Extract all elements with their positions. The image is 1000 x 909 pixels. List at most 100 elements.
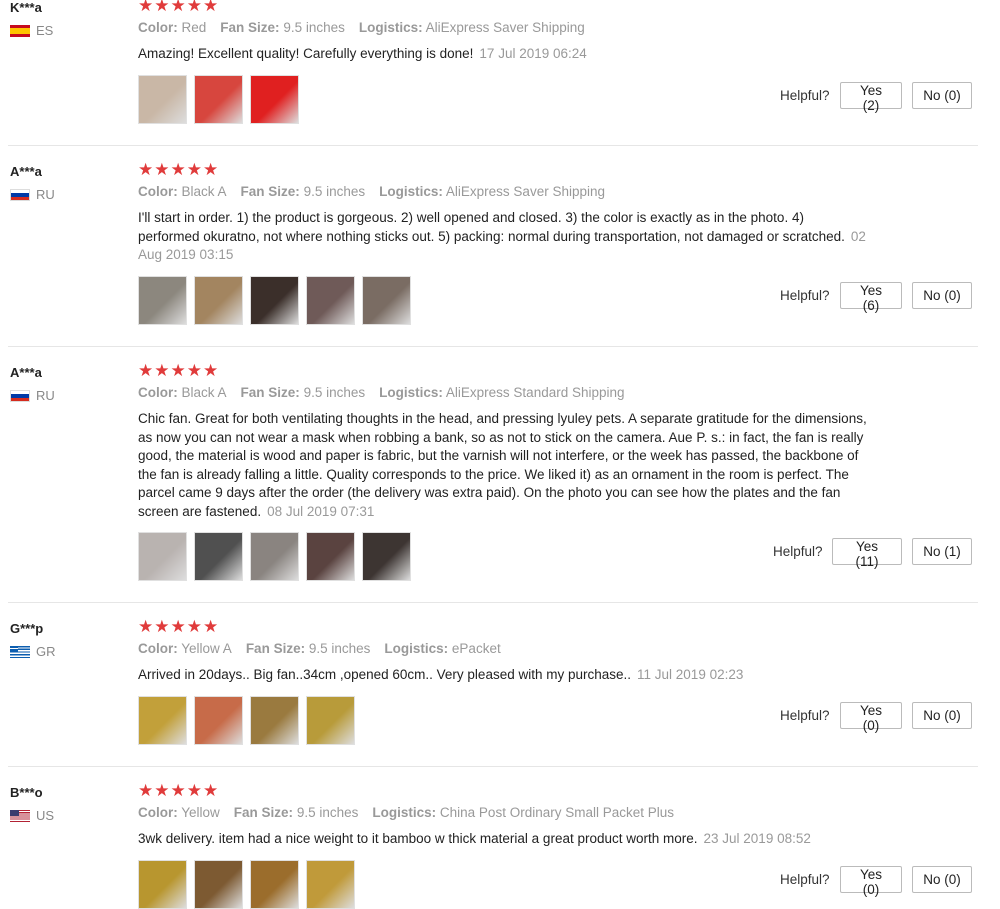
country-flag-icon <box>10 188 30 201</box>
review-body: Chic fan. Great for both ventilating tho… <box>138 411 867 519</box>
attr-label-fan-size: Fan Size: <box>220 20 280 35</box>
attr-label-logistics: Logistics: <box>384 641 449 656</box>
star-rating: ★★★★★ <box>138 617 220 636</box>
review-photo-thumbnail[interactable] <box>306 860 355 909</box>
review-body: I'll start in order. 1) the product is g… <box>138 210 845 244</box>
review-photo-thumbnail[interactable] <box>362 276 411 325</box>
review-text: Amazing! Excellent quality! Carefully ev… <box>138 45 868 64</box>
review-body: Arrived in 20days.. Big fan..34cm ,opene… <box>138 667 632 682</box>
attr-value-logistics: AliExpress Standard Shipping <box>445 385 625 400</box>
review-date: 11 Jul 2019 02:23 <box>637 667 744 682</box>
review-photo-thumbnail[interactable] <box>250 75 299 124</box>
country-flag-icon <box>10 389 30 402</box>
helpful-label: Helpful? <box>780 88 830 103</box>
review-photo-thumbnail[interactable] <box>194 532 243 581</box>
helpful-yes-button[interactable]: Yes (0) <box>840 702 902 733</box>
review-photos <box>138 532 411 581</box>
review-photo-thumbnail[interactable] <box>138 75 187 124</box>
country-flag-icon <box>10 809 30 822</box>
attr-label-fan-size: Fan Size: <box>233 805 294 820</box>
review-photo-thumbnail[interactable] <box>138 696 187 745</box>
star-rating: ★★★★★ <box>138 0 220 15</box>
review-divider <box>8 346 978 347</box>
review-date: 17 Jul 2019 06:24 <box>479 46 587 61</box>
attr-value-color: Black A <box>181 385 227 400</box>
attr-label-logistics: Logistics: <box>358 20 423 35</box>
star-rating: ★★★★★ <box>138 781 220 800</box>
review-photo-thumbnail[interactable] <box>194 276 243 325</box>
review-photo-thumbnail[interactable] <box>306 696 355 745</box>
attr-label-logistics: Logistics: <box>372 805 437 820</box>
review-photos <box>138 276 411 325</box>
review-photo-thumbnail[interactable] <box>194 860 243 909</box>
review-text: Arrived in 20days.. Big fan..34cm ,opene… <box>138 666 868 685</box>
review-attributes: Color: Black A Fan Size: 9.5 inches Logist… <box>138 184 619 199</box>
review-photo-thumbnail[interactable] <box>250 276 299 325</box>
review-attributes: Color: Yellow A Fan Size: 9.5 inches Logis… <box>138 641 515 656</box>
helpful-label: Helpful? <box>773 544 823 559</box>
review-photo-thumbnail[interactable] <box>250 532 299 581</box>
review-attributes: Color: Yellow Fan Size: 9.5 inches Logisti… <box>138 805 688 820</box>
review-photo-thumbnail[interactable] <box>306 276 355 325</box>
review-text: 3wk delivery. item had a nice weight to … <box>138 830 868 849</box>
review-body: Amazing! Excellent quality! Carefully ev… <box>138 46 474 61</box>
attr-value-logistics: AliExpress Saver Shipping <box>425 20 585 35</box>
review-attributes: Color: Black A Fan Size: 9.5 inches Logist… <box>138 385 639 400</box>
review-divider <box>8 602 978 603</box>
review-body: 3wk delivery. item had a nice weight to … <box>138 831 698 846</box>
reviewer-country: GR <box>10 644 56 659</box>
reviewer-name: A***a <box>10 365 42 380</box>
helpful-no-button[interactable]: No (0) <box>912 866 972 893</box>
country-flag-icon <box>10 24 30 37</box>
country-flag-icon <box>10 645 30 658</box>
helpful-no-button[interactable]: No (1) <box>912 538 972 565</box>
helpful-no-button[interactable]: No (0) <box>912 702 972 729</box>
helpful-label: Helpful? <box>780 708 830 723</box>
attr-value-logistics: China Post Ordinary Small Packet Plus <box>439 805 675 820</box>
attr-label-color: Color: <box>138 805 178 820</box>
helpful-yes-button[interactable]: Yes (11) <box>832 538 902 569</box>
attr-value-color: Red <box>181 20 207 35</box>
country-code: RU <box>36 187 55 202</box>
star-rating: ★★★★★ <box>138 160 220 179</box>
attr-value-fan-size: 9.5 inches <box>283 20 345 35</box>
attr-label-logistics: Logistics: <box>379 385 443 400</box>
helpful-label: Helpful? <box>780 288 830 303</box>
reviewer-name: B***o <box>10 785 43 800</box>
review-photo-thumbnail[interactable] <box>138 532 187 581</box>
review-photo-thumbnail[interactable] <box>306 532 355 581</box>
country-code: RU <box>36 388 55 403</box>
country-code: GR <box>36 644 56 659</box>
review-photo-thumbnail[interactable] <box>250 696 299 745</box>
reviewer-country: RU <box>10 388 55 403</box>
reviewer-name: K***a <box>10 0 42 15</box>
country-code: US <box>36 808 55 823</box>
review-photo-thumbnail[interactable] <box>194 696 243 745</box>
helpful-yes-button[interactable]: Yes (0) <box>840 866 902 897</box>
review-date: 23 Jul 2019 08:52 <box>703 831 811 846</box>
review-photo-thumbnail[interactable] <box>138 860 187 909</box>
review-divider <box>8 766 978 767</box>
reviewer-name: G***p <box>10 621 44 636</box>
review-photo-thumbnail[interactable] <box>194 75 243 124</box>
attr-value-fan-size: 9.5 inches <box>303 385 366 400</box>
helpful-no-button[interactable]: No (0) <box>912 82 972 109</box>
helpful-no-button[interactable]: No (0) <box>912 282 972 309</box>
attr-value-logistics: AliExpress Saver Shipping <box>445 184 605 199</box>
review-attributes: Color: Red Fan Size: 9.5 inches Logistics:… <box>138 20 599 35</box>
review-photo-thumbnail[interactable] <box>362 532 411 581</box>
attr-label-fan-size: Fan Size: <box>245 641 306 656</box>
reviewer-country: US <box>10 808 54 823</box>
helpful-yes-button[interactable]: Yes (2) <box>840 82 902 113</box>
attr-label-color: Color: <box>138 184 178 199</box>
review-photos <box>138 696 355 745</box>
helpful-yes-button[interactable]: Yes (6) <box>840 282 902 313</box>
review-text: Chic fan. Great for both ventilating tho… <box>138 410 868 522</box>
attr-label-color: Color: <box>138 385 178 400</box>
reviewer-country: ES <box>10 23 53 38</box>
reviewer-country: RU <box>10 187 55 202</box>
review-photo-thumbnail[interactable] <box>138 276 187 325</box>
helpful-label: Helpful? <box>780 872 830 887</box>
review-photo-thumbnail[interactable] <box>250 860 299 909</box>
attr-value-fan-size: 9.5 inches <box>308 641 371 656</box>
